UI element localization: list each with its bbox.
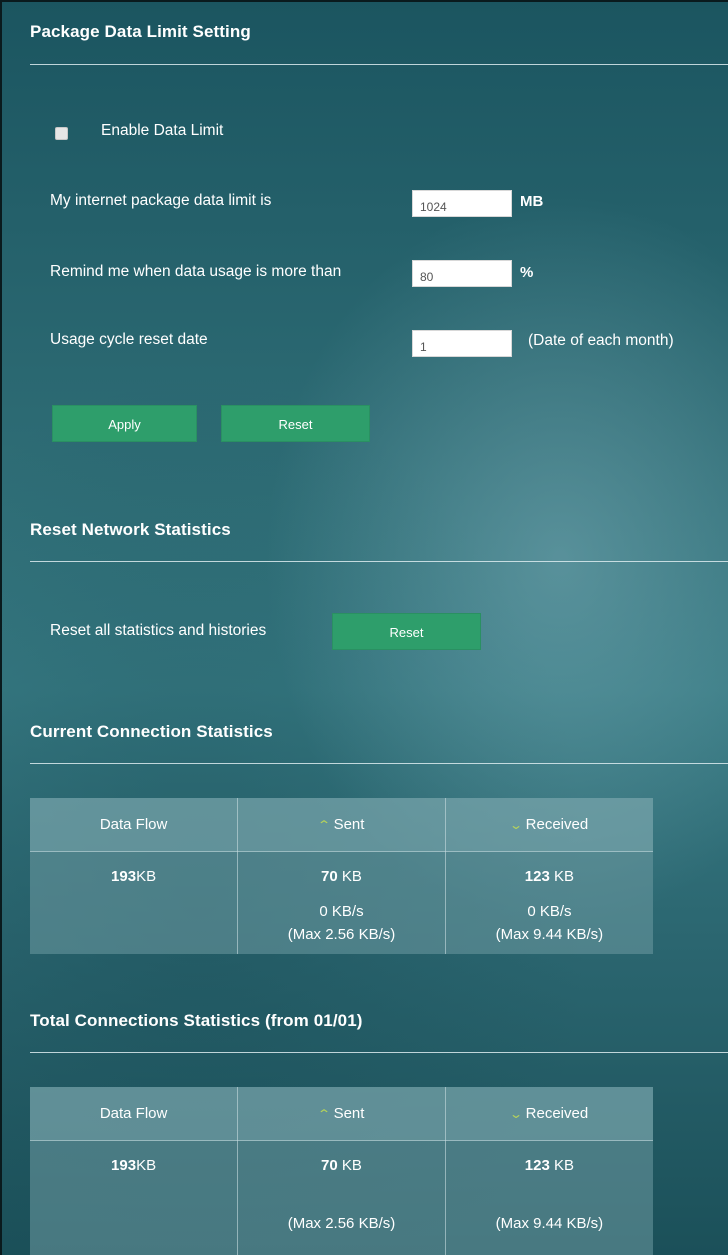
header-sent: ⌃ Sent <box>237 798 446 852</box>
header-received: ⌄ Received <box>445 1087 653 1141</box>
received-unit: KB <box>549 868 575 885</box>
header-sent-label: Sent <box>333 816 365 833</box>
data-flow-unit: KB <box>136 868 157 885</box>
divider <box>30 561 728 562</box>
sent-cell: 70 KB (Max 2.56 KB/s) <box>237 1140 446 1255</box>
data-flow-value: 193 <box>111 868 137 885</box>
reset-limit-button[interactable]: Reset <box>221 405 370 442</box>
divider <box>30 763 728 764</box>
received-value: 123 <box>524 868 550 885</box>
data-flow-value: 193 <box>111 1157 137 1174</box>
total-stats-table: Data Flow ⌃ Sent ⌄ Received 193KB 70 KB (M… <box>30 1087 653 1255</box>
limit-input[interactable] <box>412 190 512 217</box>
sent-rate: 0 KB/s <box>319 903 364 920</box>
current-stats-table: Data Flow ⌃ Sent ⌄ Received 193KB 70 KB 0 … <box>30 798 653 954</box>
data-flow-unit: KB <box>136 1157 157 1174</box>
header-sent-label: Sent <box>333 1105 365 1122</box>
header-data-flow: Data Flow <box>30 1087 239 1141</box>
sent-unit: KB <box>337 1157 362 1174</box>
total-stats-title: Total Connections Statistics (from 01/01… <box>30 1011 363 1030</box>
limit-unit: MB <box>520 193 544 210</box>
received-unit: KB <box>549 1157 575 1174</box>
reset-statistics-button[interactable]: Reset <box>332 613 481 650</box>
chevron-up-icon: ⌃ <box>316 818 331 832</box>
cycle-input[interactable] <box>412 330 512 357</box>
limit-label: My internet package data limit is <box>50 192 272 209</box>
current-stats-title: Current Connection Statistics <box>30 722 273 741</box>
data-flow-cell: 193KB <box>30 851 239 954</box>
sent-value: 70 <box>321 1157 338 1174</box>
enable-data-limit-label[interactable]: Enable Data Limit <box>101 122 223 140</box>
sent-value: 70 <box>321 868 338 885</box>
chevron-down-icon: ⌄ <box>508 818 523 832</box>
chevron-down-icon: ⌄ <box>508 1107 523 1121</box>
divider <box>30 1052 728 1053</box>
received-value: 123 <box>524 1157 550 1174</box>
cycle-unit: (Date of each month) <box>528 332 674 349</box>
header-sent: ⌃ Sent <box>237 1087 446 1141</box>
package-limit-title: Package Data Limit Setting <box>30 22 251 41</box>
reset-network-title: Reset Network Statistics <box>30 520 231 539</box>
enable-data-limit-checkbox[interactable] <box>55 127 68 140</box>
received-max: (Max 9.44 KB/s) <box>495 926 604 943</box>
header-data-flow: Data Flow <box>30 798 239 852</box>
received-cell: 123 KB 0 KB/s (Max 9.44 KB/s) <box>445 851 653 954</box>
remind-label: Remind me when data usage is more than <box>50 263 342 280</box>
header-received-label: Received <box>525 1105 589 1122</box>
remind-input[interactable] <box>412 260 512 287</box>
apply-button[interactable]: Apply <box>52 405 197 442</box>
cycle-label: Usage cycle reset date <box>50 331 208 348</box>
divider <box>30 64 728 65</box>
sent-max: (Max 2.56 KB/s) <box>287 926 396 943</box>
received-rate: 0 KB/s <box>527 903 572 920</box>
header-received: ⌄ Received <box>445 798 653 852</box>
sent-unit: KB <box>337 868 362 885</box>
sent-max: (Max 2.56 KB/s) <box>287 1215 396 1232</box>
remind-unit: % <box>520 264 534 281</box>
chevron-up-icon: ⌃ <box>316 1107 331 1121</box>
reset-all-label: Reset all statistics and histories <box>50 622 267 639</box>
sent-cell: 70 KB 0 KB/s (Max 2.56 KB/s) <box>237 851 446 954</box>
received-max: (Max 9.44 KB/s) <box>495 1215 604 1232</box>
received-cell: 123 KB (Max 9.44 KB/s) <box>445 1140 653 1255</box>
data-flow-cell: 193KB <box>30 1140 239 1255</box>
header-received-label: Received <box>525 816 589 833</box>
